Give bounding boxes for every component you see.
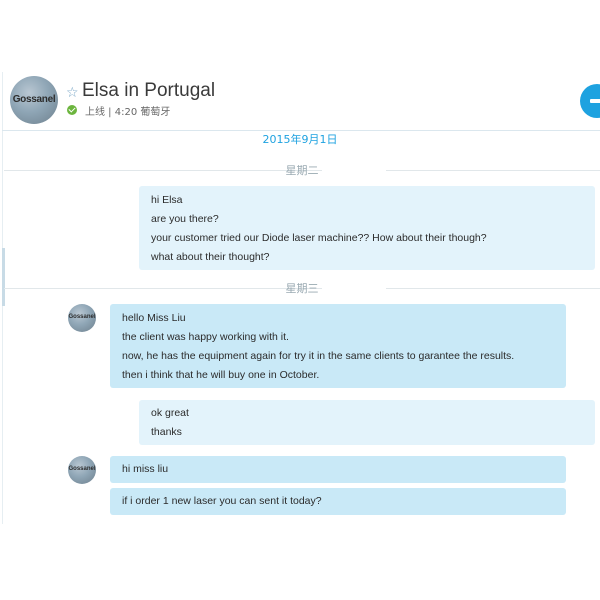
message-bubble-outgoing[interactable]: hi Elsa are you there? your customer tri… [139,186,595,270]
avatar-logo: Gossanel [68,314,96,320]
message-line: hi Elsa [151,194,183,206]
message-bubble-incoming[interactable]: hello Miss Liu the client was happy work… [110,304,566,388]
message-line: your customer tried our Diode laser mach… [151,232,487,244]
star-icon[interactable]: ☆ [66,85,79,101]
message-line: if i order 1 new laser you can sent it t… [122,495,322,507]
online-check-icon [67,105,77,115]
message-line: hi miss liu [122,463,169,475]
contact-status: 上线 | 4:20 葡萄牙 [85,107,171,118]
contact-avatar-small[interactable]: Gossanel [68,304,96,332]
day-divider: 星期二 [4,162,600,178]
message-bubble-incoming[interactable]: hi miss liu [110,456,566,483]
message-line: then i think that he will buy one in Oct… [122,369,320,381]
divider-line-right [386,288,600,289]
scroll-indicator[interactable] [2,248,5,306]
message-line: the client was happy working with it. [122,331,289,343]
divider-line-right [386,170,600,171]
day-divider: 星期三 [4,280,600,296]
contact-name: Elsa in Portugal [82,80,216,101]
contact-avatar[interactable]: Gossanel [10,76,58,124]
message-line: thanks [151,426,182,438]
avatar-logo: Gossanel [12,94,56,105]
avatar-logo: Gossanel [68,466,96,472]
message-line: now, he has the equipment again for try … [122,350,515,362]
conversation-date: 2015年9月1日 [262,133,338,146]
message-line: ok great [151,407,189,419]
message-line: hello Miss Liu [122,312,186,324]
message-line: what about their thought? [151,251,270,263]
contact-avatar-small[interactable]: Gossanel [68,456,96,484]
message-line: are you there? [151,213,219,225]
message-bubble-incoming[interactable]: if i order 1 new laser you can sent it t… [110,488,566,515]
message-bubble-outgoing[interactable]: ok great thanks [139,400,595,445]
